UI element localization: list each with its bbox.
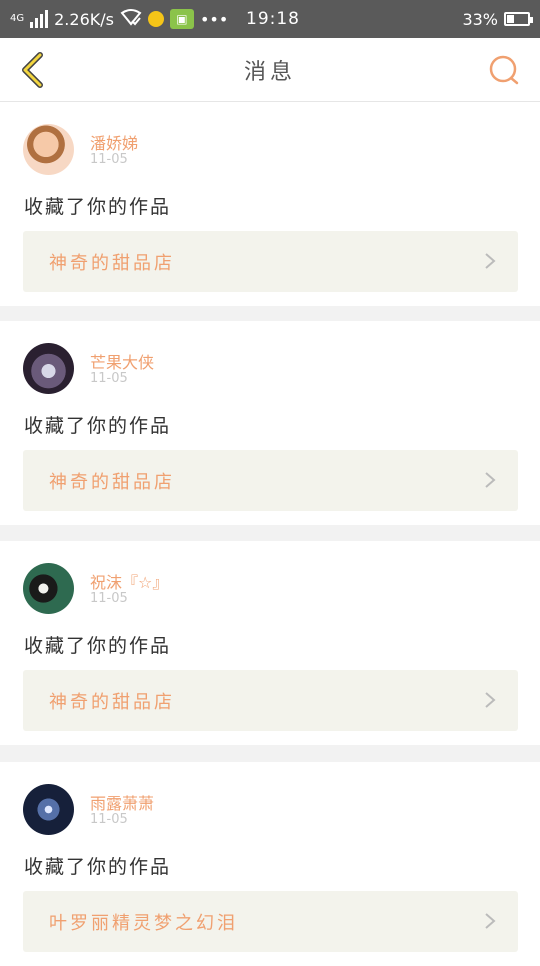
net-speed: 2.26K/s [54,9,114,29]
message-date: 11-05 [90,152,128,167]
message-date: 11-05 [90,812,128,827]
message-date: 11-05 [90,371,128,386]
game-icon: ▣ [169,9,194,29]
work-link[interactable]: 神奇的甜品店 [23,450,518,511]
notification-icon [120,7,142,31]
work-link[interactable]: 叶罗丽精灵梦之幻泪 [23,891,518,952]
status-left: 4G 2.26K/s ▣ ••• [10,7,228,31]
search-button[interactable] [488,54,520,86]
more-icon: ••• [199,9,229,29]
work-link[interactable]: 神奇的甜品店 [23,231,518,292]
work-link[interactable]: 神奇的甜品店 [23,670,518,731]
avatar[interactable] [23,784,74,835]
avatar[interactable] [23,124,74,175]
chevron-left-icon [22,52,43,88]
message-action: 收藏了你的作品 [24,856,172,878]
app-dot-icon [147,11,164,27]
work-title: 叶罗丽精灵梦之幻泪 [49,912,238,934]
chevron-right-icon [485,253,496,269]
message-card: 雨露萧萧 11-05 收藏了你的作品 叶罗丽精灵梦之幻泪 [0,762,540,966]
message-date: 11-05 [90,591,128,606]
chevron-right-icon [485,472,496,488]
work-title: 神奇的甜品店 [49,252,175,274]
chevron-right-icon [485,913,496,929]
message-action: 收藏了你的作品 [24,635,172,657]
username[interactable]: 潘娇娣 [90,130,138,154]
avatar[interactable] [23,563,74,614]
network-type: 4G [10,13,25,24]
username[interactable]: 芒果大侠 [90,349,154,373]
work-title: 神奇的甜品店 [49,471,175,493]
username[interactable]: 祝沫『☆』 [90,569,168,593]
battery-percent: 33% [462,9,498,29]
message-card: 祝沫『☆』 11-05 收藏了你的作品 神奇的甜品店 [0,541,540,745]
clock: 19:18 [246,9,300,29]
username[interactable]: 雨露萧萧 [90,790,154,814]
message-card: 芒果大侠 11-05 收藏了你的作品 神奇的甜品店 [0,321,540,525]
message-action: 收藏了你的作品 [24,415,172,437]
status-right: 33% [462,9,533,29]
battery-icon [504,12,533,26]
nav-bar: 消息 [0,38,540,102]
chevron-right-icon [485,692,496,708]
page-title: 消息 [243,59,296,85]
back-button[interactable] [14,50,50,90]
message-card: 潘娇娣 11-05 收藏了你的作品 神奇的甜品店 [0,102,540,306]
status-bar: 4G 2.26K/s ▣ ••• 19:18 33% [0,0,540,38]
signal-icon [30,10,49,28]
message-action: 收藏了你的作品 [24,196,172,218]
avatar[interactable] [23,343,74,394]
search-icon [489,55,519,85]
work-title: 神奇的甜品店 [49,691,175,713]
